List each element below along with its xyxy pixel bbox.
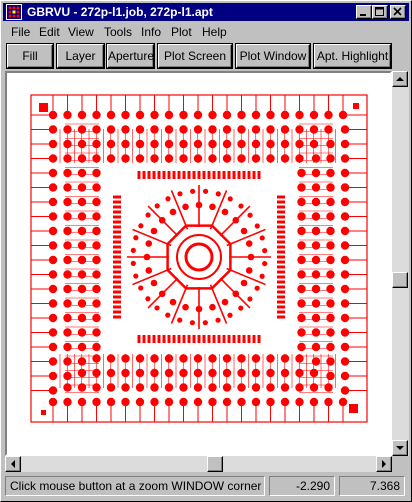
arrow-up-icon <box>396 77 404 81</box>
maximize-button[interactable] <box>372 5 388 19</box>
apt-highlight-button[interactable]: Apt. Highlight <box>314 44 391 68</box>
close-button[interactable] <box>390 5 406 19</box>
title-bar[interactable]: GBRVU - 272p-l1.job, 272p-l1.apt <box>3 3 409 21</box>
scroll-up-button[interactable] <box>392 71 408 87</box>
pcb-layer-view <box>30 94 368 423</box>
scroll-right-button[interactable] <box>376 456 392 472</box>
menu-plot[interactable]: Plot <box>171 25 192 39</box>
arrow-down-icon <box>396 446 404 450</box>
toolbar: Fill Layer Aperture Plot Screen Plot Win… <box>3 42 409 70</box>
vertical-scroll-thumb[interactable] <box>392 272 408 289</box>
minimize-icon <box>360 14 366 16</box>
menu-view[interactable]: View <box>68 25 94 39</box>
status-message: Click mouse button at a zoom WINDOW corn… <box>5 476 265 496</box>
aperture-button[interactable]: Aperture <box>107 44 154 68</box>
window-title: GBRVU - 272p-l1.job, 272p-l1.apt <box>27 5 213 19</box>
close-icon <box>393 7 402 16</box>
app-window: GBRVU - 272p-l1.job, 272p-l1.apt File Ed… <box>0 0 412 502</box>
fill-button[interactable]: Fill <box>7 44 53 68</box>
vertical-scrollbar[interactable] <box>392 71 409 456</box>
scroll-down-button[interactable] <box>392 440 408 456</box>
horizontal-scroll-thumb[interactable] <box>207 456 224 472</box>
menu-info[interactable]: Info <box>141 25 161 39</box>
menu-bar: File Edit View Tools Info Plot Help <box>3 23 409 41</box>
scroll-left-button[interactable] <box>5 456 21 472</box>
status-bar: Click mouse button at a zoom WINDOW corn… <box>3 474 409 500</box>
gbrvu-app-icon <box>6 4 22 20</box>
arrow-left-icon <box>11 460 15 468</box>
gerber-canvas[interactable] <box>5 71 392 456</box>
menu-help[interactable]: Help <box>202 25 227 39</box>
menu-file[interactable]: File <box>11 25 30 39</box>
plot-window-button[interactable]: Plot Window <box>236 44 310 68</box>
plot-screen-button[interactable]: Plot Screen <box>158 44 232 68</box>
minimize-button[interactable] <box>356 5 372 19</box>
layer-button[interactable]: Layer <box>57 44 104 68</box>
horizontal-scrollbar[interactable] <box>5 456 392 472</box>
scrollbar-corner <box>392 456 409 472</box>
status-x-coordinate: -2.290 <box>269 476 335 496</box>
status-y-coordinate: 7.368 <box>339 476 405 496</box>
maximize-icon <box>375 7 384 16</box>
menu-tools[interactable]: Tools <box>104 25 132 39</box>
menu-edit[interactable]: Edit <box>39 25 60 39</box>
arrow-right-icon <box>382 460 386 468</box>
